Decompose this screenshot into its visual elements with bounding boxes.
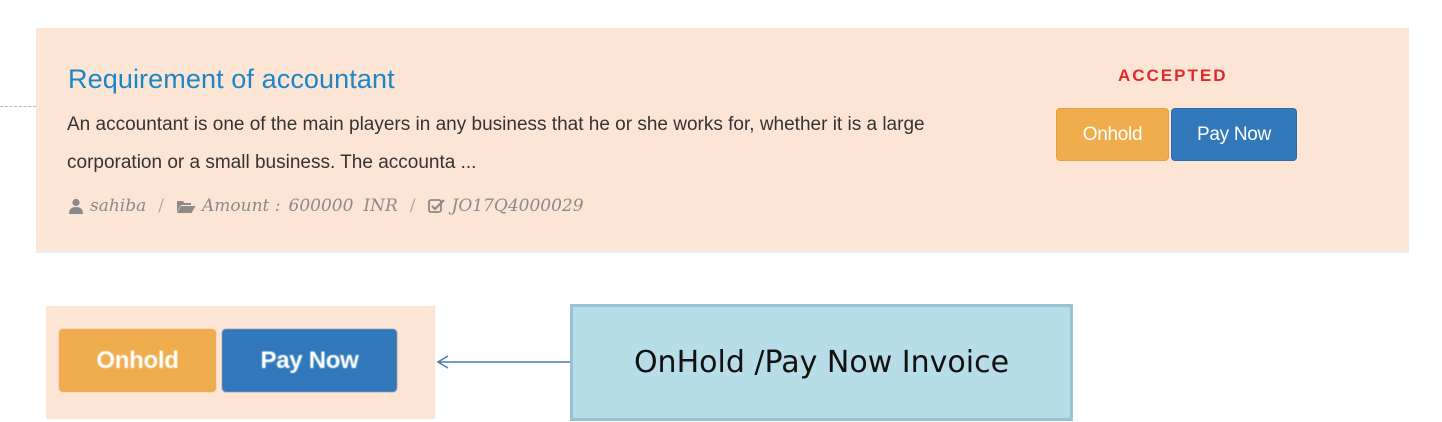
amount-value: 600000 — [288, 196, 354, 216]
check-square-icon — [427, 199, 445, 213]
zoomed-onhold-button: Onhold — [59, 329, 216, 392]
pay-now-button[interactable]: Pay Now — [1171, 108, 1297, 161]
job-card: Requirement of accountant An accountant … — [36, 28, 1409, 253]
zoomed-buttons-panel: Onhold Pay Now — [46, 306, 435, 419]
job-id: JO17Q4000029 — [451, 196, 584, 216]
dashed-connector — [0, 106, 36, 107]
amount-currency: INR — [363, 196, 398, 216]
job-title-link[interactable]: Requirement of accountant — [68, 64, 395, 95]
left-arrow-icon — [436, 355, 570, 369]
onhold-button[interactable]: Onhold — [1056, 108, 1169, 161]
job-user: sahiba — [90, 196, 147, 216]
callout-box: OnHold /Pay Now Invoice — [570, 304, 1073, 421]
user-icon — [69, 198, 83, 214]
callout-text: OnHold /Pay Now Invoice — [633, 345, 1010, 380]
zoomed-pay-now-button: Pay Now — [222, 329, 397, 392]
job-meta: sahiba / Amount : 600000 INR / JO17Q4000… — [68, 196, 584, 216]
status-badge: ACCEPTED — [1118, 66, 1228, 85]
amount-label: Amount : — [202, 196, 281, 216]
folder-open-icon — [177, 200, 196, 213]
job-description: An accountant is one of the main players… — [67, 114, 925, 173]
meta-separator: / — [409, 196, 416, 216]
meta-separator: / — [158, 196, 164, 216]
